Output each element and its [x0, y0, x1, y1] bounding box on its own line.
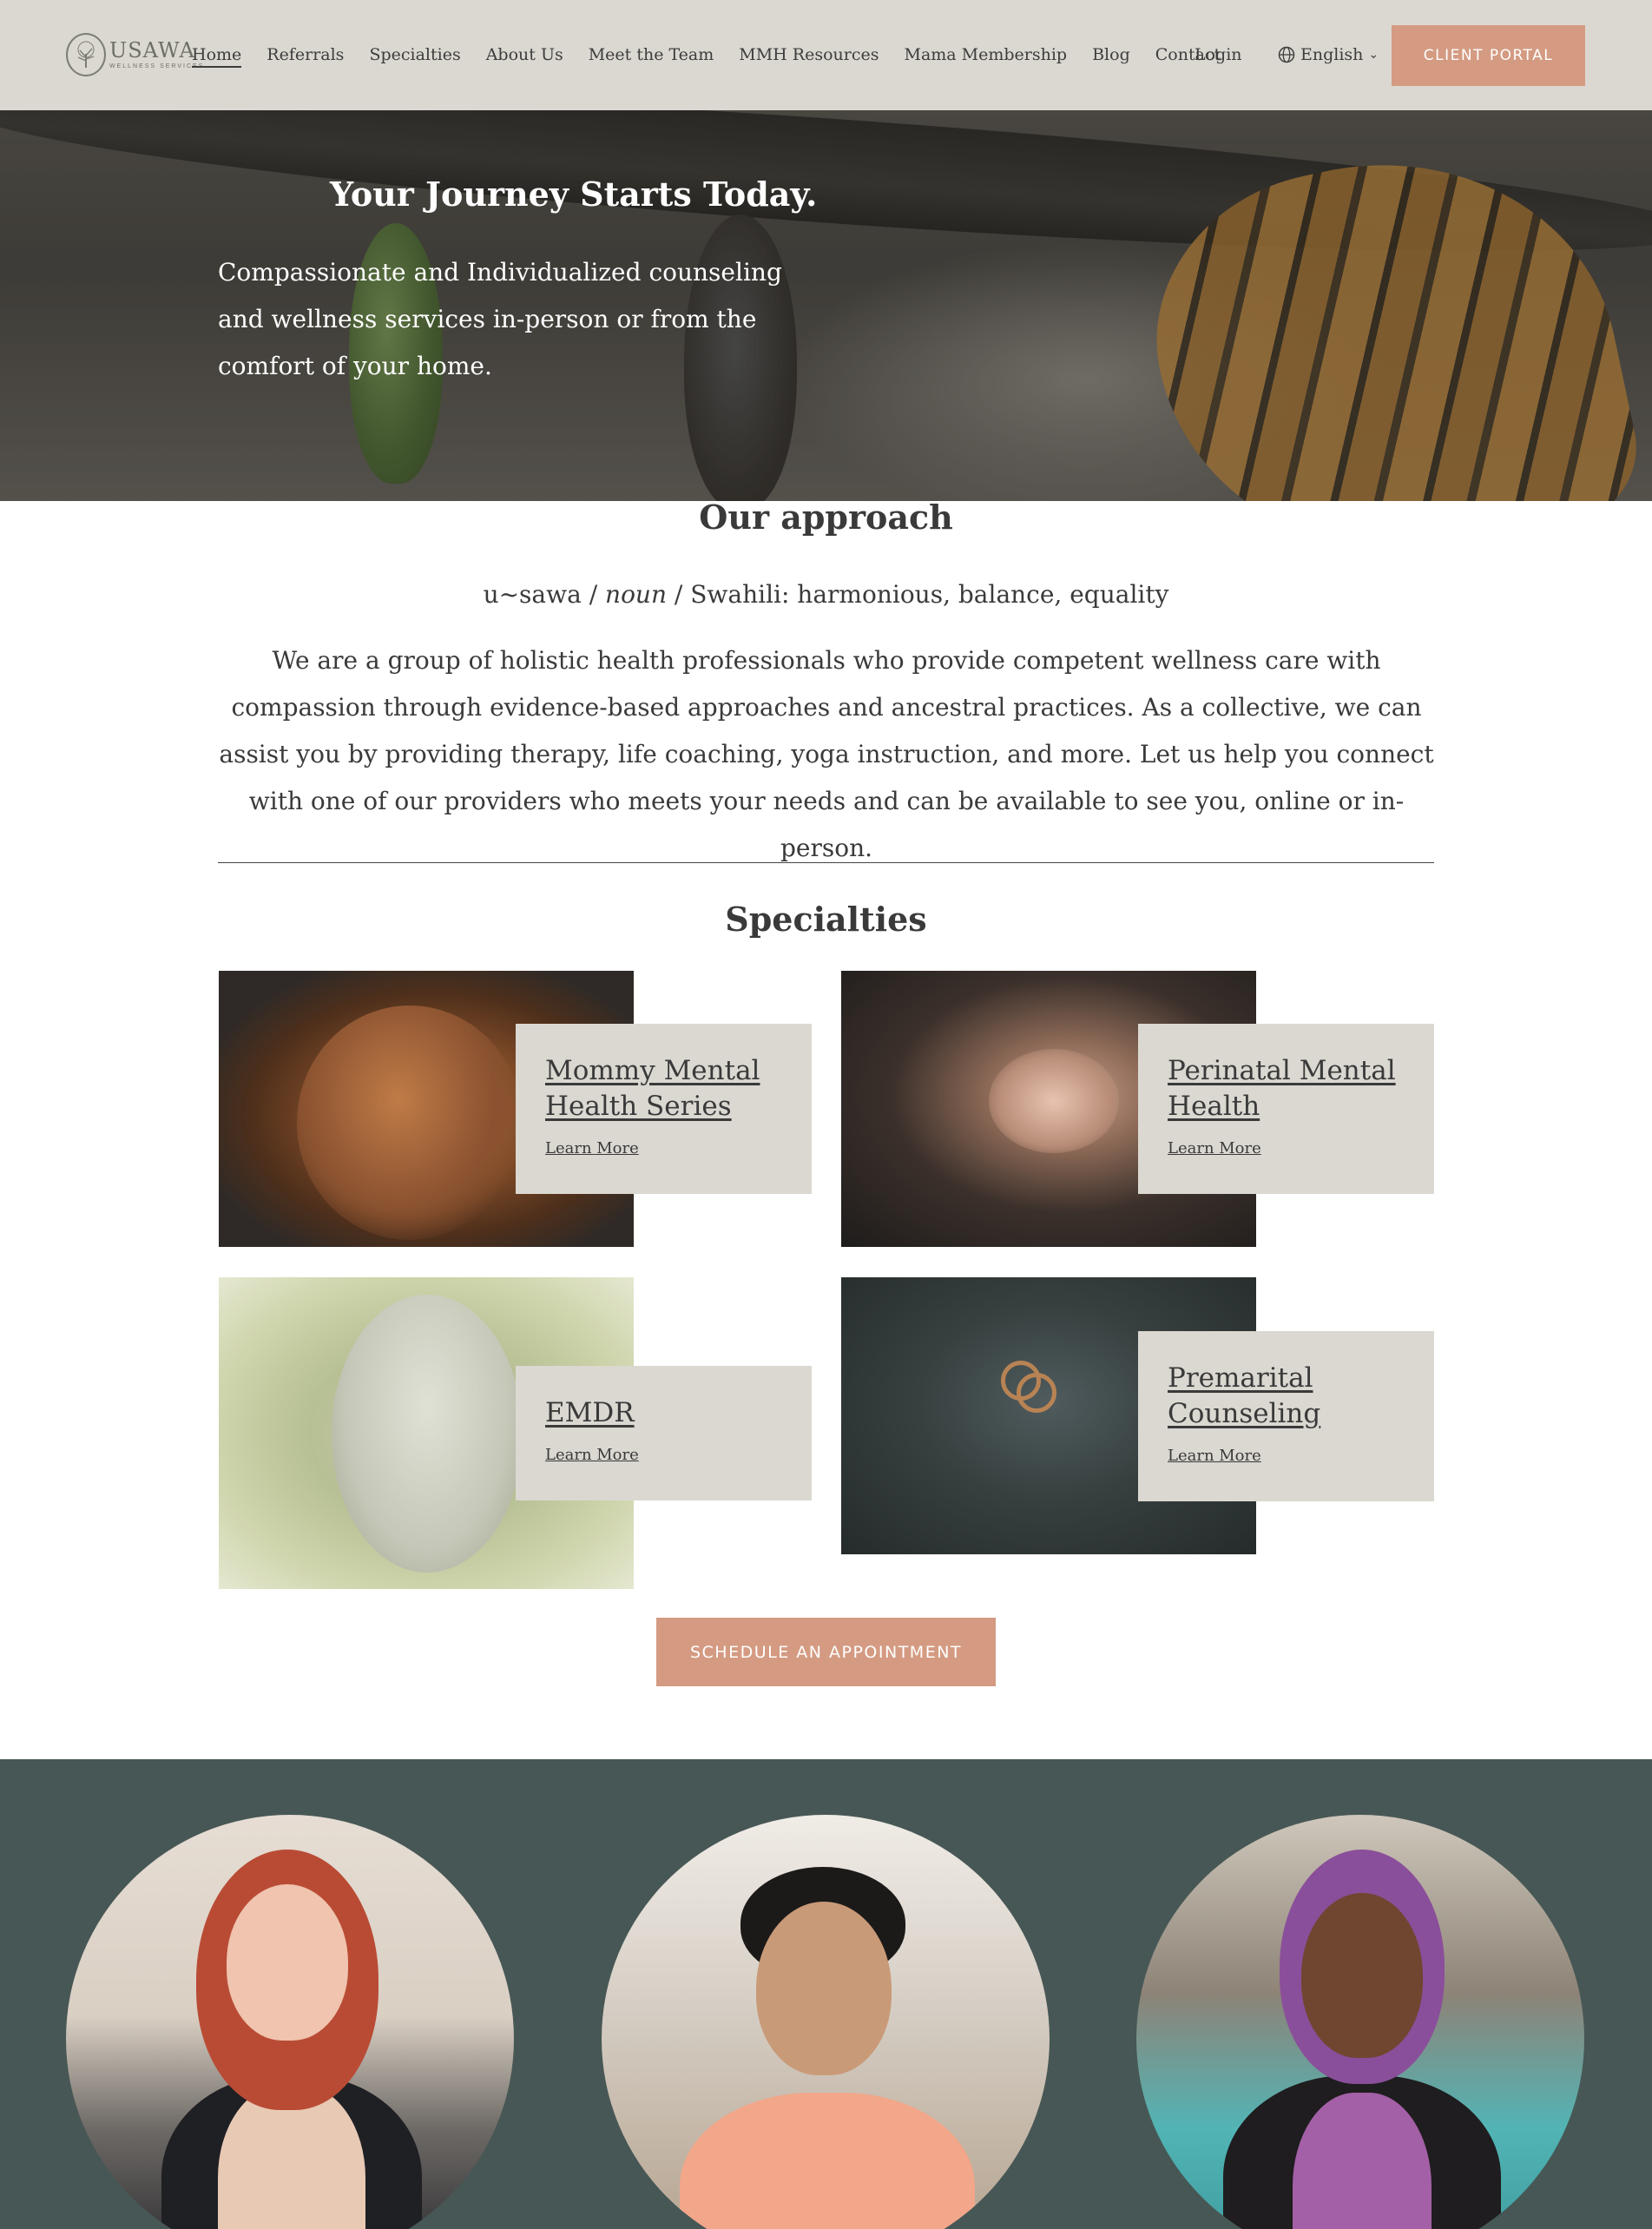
hero-subtitle: Compassionate and Individualized counsel…	[218, 258, 782, 380]
nav-mmh-resources[interactable]: MMH Resources	[739, 45, 879, 68]
learn-more-link[interactable]: Learn More	[1168, 1447, 1261, 1465]
definition-word: u~sawa	[483, 580, 582, 609]
nav-specialties[interactable]: Specialties	[369, 45, 460, 68]
site-header: USAWA WELLNESS SERVICES Home Referrals S…	[0, 0, 1652, 110]
team-member-photo[interactable]	[602, 1815, 1050, 2229]
specialties-heading: Specialties	[725, 900, 927, 939]
site-logo[interactable]: USAWA WELLNESS SERVICES	[66, 33, 204, 76]
specialty-card-perinatal-mental-health: Perinatal Mental Health Learn More	[1138, 1024, 1434, 1194]
main-nav: Home Referrals Specialties About Us Meet…	[192, 45, 1246, 68]
client-portal-button[interactable]: CLIENT PORTAL	[1392, 25, 1585, 86]
schedule-appointment-button[interactable]: SCHEDULE AN APPOINTMENT	[656, 1618, 996, 1686]
definition-meaning: Swahili: harmonious, balance, equality	[690, 580, 1169, 609]
nav-mama-membership[interactable]: Mama Membership	[904, 45, 1067, 68]
team-member-photo[interactable]	[1136, 1815, 1584, 2229]
team-member-photo[interactable]	[66, 1815, 514, 2229]
language-selector[interactable]: English ⌄	[1278, 45, 1379, 64]
language-label: English	[1300, 45, 1364, 64]
specialty-card-mommy-mental-health: Mommy Mental Health Series Learn More	[516, 1024, 812, 1194]
approach-paragraph: We are a group of holistic health profes…	[219, 646, 1434, 862]
nav-blog[interactable]: Blog	[1092, 45, 1130, 68]
learn-more-link[interactable]: Learn More	[545, 1139, 639, 1157]
specialty-title-perinatal-mental-health[interactable]: Perinatal Mental Health	[1168, 1053, 1405, 1124]
hero-title: Your Journey Starts Today.	[330, 175, 818, 214]
specialty-title-emdr[interactable]: EMDR	[545, 1395, 782, 1431]
nav-meet-the-team[interactable]: Meet the Team	[589, 45, 714, 68]
logo-wordmark: USAWA	[109, 38, 195, 63]
specialty-card-emdr: EMDR Learn More	[516, 1366, 812, 1500]
nav-referrals[interactable]: Referrals	[267, 45, 344, 68]
globe-icon	[1278, 46, 1295, 63]
specialty-card-premarital-counseling: Premarital Counseling Learn More	[1138, 1331, 1434, 1501]
nav-about-us[interactable]: About Us	[486, 45, 563, 68]
specialty-title-mommy-mental-health[interactable]: Mommy Mental Health Series	[545, 1053, 782, 1124]
learn-more-link[interactable]: Learn More	[1168, 1139, 1261, 1157]
specialty-title-premarital-counseling[interactable]: Premarital Counseling	[1168, 1361, 1405, 1432]
logo-tagline: WELLNESS SERVICES	[109, 63, 205, 69]
learn-more-link[interactable]: Learn More	[545, 1446, 639, 1464]
chevron-down-icon: ⌄	[1368, 48, 1379, 62]
definition-part-of-speech: noun	[605, 580, 667, 609]
login-link[interactable]: Login	[1195, 45, 1242, 64]
approach-heading: Our approach	[699, 498, 953, 537]
usawa-definition: u~sawa / noun / Swahili: harmonious, bal…	[483, 580, 1169, 609]
logo-tree-icon	[66, 33, 106, 76]
nav-home[interactable]: Home	[192, 45, 242, 68]
section-divider	[218, 862, 1434, 863]
team-section	[0, 1759, 1652, 2229]
hero-banner: Your Journey Starts Today. Compassionate…	[0, 110, 1652, 501]
